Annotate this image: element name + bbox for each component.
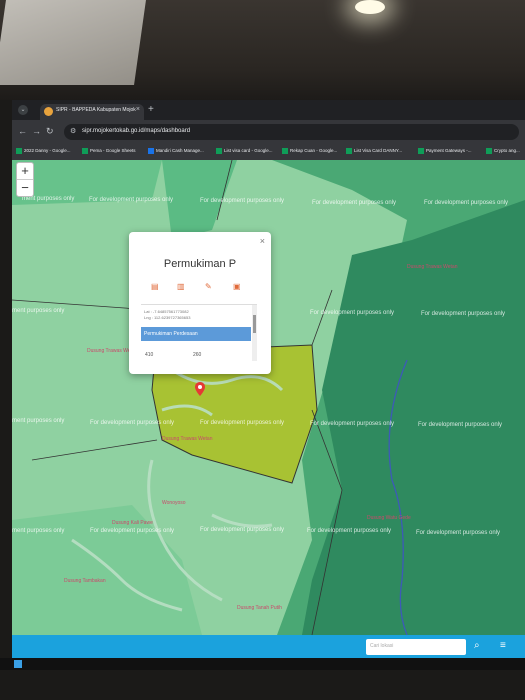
bookmark-item[interactable]: Rekap Cuan - Google... xyxy=(282,148,337,154)
bookmarks-bar: 2022 Danny - Google... Pema - Google She… xyxy=(12,144,525,161)
bookmark-item[interactable]: List visa card - Google... xyxy=(216,148,273,154)
room-background xyxy=(0,0,525,100)
zoom-out-button[interactable]: − xyxy=(17,180,33,196)
watermark: For development purposes only xyxy=(416,530,501,536)
bookmark-item[interactable]: 2022 Danny - Google... xyxy=(16,148,71,154)
popup-title: Permukiman P xyxy=(163,258,237,270)
forward-icon[interactable]: → xyxy=(32,126,41,136)
zoom-control: + − xyxy=(16,162,34,197)
bookmark-item[interactable]: Crypto ang... xyxy=(486,148,520,154)
windows-icon[interactable] xyxy=(14,660,22,668)
popup-toolbar: ▤ ▥ ✎ ▣ xyxy=(147,282,255,294)
close-tab-icon[interactable]: × xyxy=(136,106,140,113)
bank-icon xyxy=(148,148,154,154)
sheet-icon xyxy=(282,148,288,154)
reload-icon[interactable]: ↻ xyxy=(46,126,54,137)
taskbar xyxy=(0,658,525,670)
close-icon[interactable]: × xyxy=(260,236,265,246)
search-input[interactable]: Cari lokasi xyxy=(366,639,466,655)
room-window xyxy=(0,0,146,85)
latitude-text: Lat : -7.64857561773082 xyxy=(144,309,189,314)
sheet-icon xyxy=(216,148,222,154)
place-label: Dusung Tanah Putih xyxy=(237,605,282,611)
favicon-icon xyxy=(44,107,53,116)
bottom-bar: Cari lokasi ⌕ ≡ xyxy=(12,635,525,660)
watermark: ment purposes only xyxy=(12,418,65,424)
sheet-icon xyxy=(346,148,352,154)
back-icon[interactable]: ← xyxy=(18,126,27,136)
url-text: sipr.mojokertokab.go.id/maps/dashboard xyxy=(82,128,191,134)
bookmark-item[interactable]: Payment Gateways -... xyxy=(418,148,472,154)
attribute-row[interactable]: Permukiman Perdesaan xyxy=(141,327,251,341)
toolbar: ← → ↻ ⚙ sipr.mojokertokab.go.id/maps/das… xyxy=(12,120,525,144)
watermark: For development purposes only xyxy=(200,198,285,204)
screen: ⌄ SIPR - BAPPEDA Kabupaten Mojok × + ← →… xyxy=(12,100,525,660)
watermark: For development purposes only xyxy=(200,420,285,426)
place-label: Dusung Trawas Wetan xyxy=(407,264,458,270)
sheet-icon xyxy=(486,148,492,154)
tab-title: SIPR - BAPPEDA Kabupaten Mojok xyxy=(56,107,136,113)
watermark: For development purposes only xyxy=(89,197,174,203)
sheet-icon xyxy=(82,148,88,154)
place-label: Dusung Kali Pawe xyxy=(112,520,153,526)
watermark: For development purposes only xyxy=(418,422,503,428)
tab-active[interactable]: SIPR - BAPPEDA Kabupaten Mojok × xyxy=(40,104,144,120)
monitor: ⌄ SIPR - BAPPEDA Kabupaten Mojok × + ← →… xyxy=(12,100,525,670)
new-tab-icon[interactable]: + xyxy=(148,104,154,115)
watermark: For development purposes only xyxy=(310,421,395,427)
value-text: 260 xyxy=(193,352,202,358)
bookmark-item[interactable]: Pema - Google Sheets xyxy=(82,148,136,154)
document-icon[interactable]: ▤ xyxy=(151,282,159,291)
tab-bar: ⌄ SIPR - BAPPEDA Kabupaten Mojok × + xyxy=(12,100,525,120)
zoom-in-button[interactable]: + xyxy=(17,163,33,180)
copy-icon[interactable]: ▥ xyxy=(177,282,185,291)
menu-icon[interactable]: ≡ xyxy=(500,640,506,651)
map-canvas[interactable]: ment purposes only For development purpo… xyxy=(12,160,525,635)
image-icon[interactable]: ▣ xyxy=(233,282,241,291)
place-label: Dusung Trawas Wetan xyxy=(162,436,213,442)
place-label: Wonoyoso xyxy=(162,500,186,506)
watermark: For development purposes only xyxy=(312,200,397,206)
watermark: ment purposes only xyxy=(12,528,65,534)
map-zones xyxy=(12,160,525,635)
watermark: For development purposes only xyxy=(424,200,509,206)
bookmark-item[interactable]: List Visa Card DANNY... xyxy=(346,148,402,154)
ceiling-light xyxy=(355,0,385,14)
popup-body: Lat : -7.64857561773082 Lng : 112.623972… xyxy=(141,304,257,363)
address-bar[interactable]: ⚙ sipr.mojokertokab.go.id/maps/dashboard xyxy=(64,124,519,140)
edit-icon[interactable]: ✎ xyxy=(205,282,212,291)
tab-search-icon[interactable]: ⌄ xyxy=(18,105,28,115)
watermark: For development purposes only xyxy=(307,528,392,534)
watermark: For development purposes only xyxy=(90,420,175,426)
watermark: For development purposes only xyxy=(90,528,175,534)
site-info-icon[interactable]: ⚙ xyxy=(70,127,76,135)
place-label: Dusung Tambakan xyxy=(64,578,106,584)
value-text: 410 xyxy=(145,352,154,358)
feature-popup: × Permukiman P ▤ ▥ ✎ ▣ Lat : -7.64857561… xyxy=(129,232,271,374)
scroll-thumb[interactable] xyxy=(253,315,256,333)
watermark: For development purposes only xyxy=(421,311,506,317)
sheet-icon xyxy=(418,148,424,154)
longitude-text: Lng : 112.6239727365653 xyxy=(144,315,191,320)
bookmark-item[interactable]: Mandiri Cash Manage... xyxy=(148,148,204,154)
sheet-icon xyxy=(16,148,22,154)
watermark: For development purposes only xyxy=(200,527,285,533)
search-icon[interactable]: ⌕ xyxy=(474,640,480,651)
popup-scrollbar[interactable] xyxy=(252,305,257,361)
watermark: ment purposes only xyxy=(12,308,65,314)
place-label: Dusung Watu Gede xyxy=(367,515,411,521)
watermark: For development purposes only xyxy=(310,310,395,316)
